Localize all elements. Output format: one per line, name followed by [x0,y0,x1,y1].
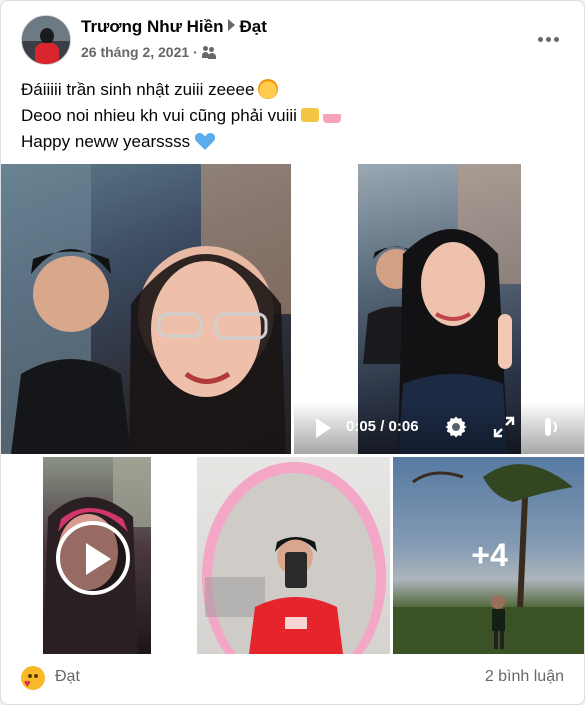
post-meta: 26 tháng 2, 2021 · [81,44,216,60]
fullscreen-icon[interactable] [493,416,515,438]
author-name-link[interactable]: Trương Như Hiền [81,17,223,36]
partying-face-emoji [258,79,279,99]
post-title: Trương Như Hiền Đạt [81,17,267,37]
recipient-name-link[interactable]: Đạt [239,17,266,36]
photo-tile[interactable] [197,457,390,654]
comments-count[interactable]: 2 bình luận [485,668,564,686]
crown-emoji [300,108,319,122]
play-icon[interactable] [56,521,130,595]
post-header: Trương Như Hiền Đạt 26 tháng 2, 2021 · [21,15,564,67]
arrow-right-icon [228,19,236,31]
play-icon[interactable] [316,418,331,438]
post-text: Đáiiiii trần sinh nhật zuiii zeeee Deoo … [21,77,564,155]
post-line: Đáiiiii trần sinh nhật zuiii zeeee [21,77,564,103]
volume-icon[interactable] [539,415,563,439]
author-avatar[interactable] [21,15,71,65]
care-reaction-icon[interactable]: ♥ [21,666,45,690]
blue-heart-emoji [194,131,216,151]
media-grid: 0:05 / 0:06 +4 [1,164,584,654]
post-date-link[interactable]: 26 tháng 2, 2021 [81,44,189,60]
post-card: Trương Như Hiền Đạt 26 tháng 2, 2021 · Đái… [0,0,585,705]
photo-tile[interactable]: +4 [393,457,584,654]
video-tile[interactable]: 0:05 / 0:06 [294,164,584,454]
video-controls: 0:05 / 0:06 [294,402,584,454]
photo-image [202,462,386,654]
cake-emoji [322,107,341,123]
photo-tile[interactable] [1,164,291,454]
post-line: Deoo noi nhieu kh vui cũng phải vuiii [21,103,564,129]
post-line: Happy neww yearssss [21,129,564,155]
friends-icon[interactable] [201,46,216,59]
post-footer: ♥ Đạt 2 bình luận [21,661,564,695]
more-photos-overlay[interactable]: +4 [393,457,584,654]
more-horizontal-icon [537,36,543,42]
video-time: 0:05 / 0:06 [346,418,419,435]
photo-image [1,164,291,454]
reactor-name[interactable]: Đạt [55,668,80,686]
gear-icon[interactable] [444,415,468,439]
video-tile[interactable] [1,457,194,654]
more-options-button[interactable] [532,25,564,53]
meta-separator: · [193,44,198,60]
